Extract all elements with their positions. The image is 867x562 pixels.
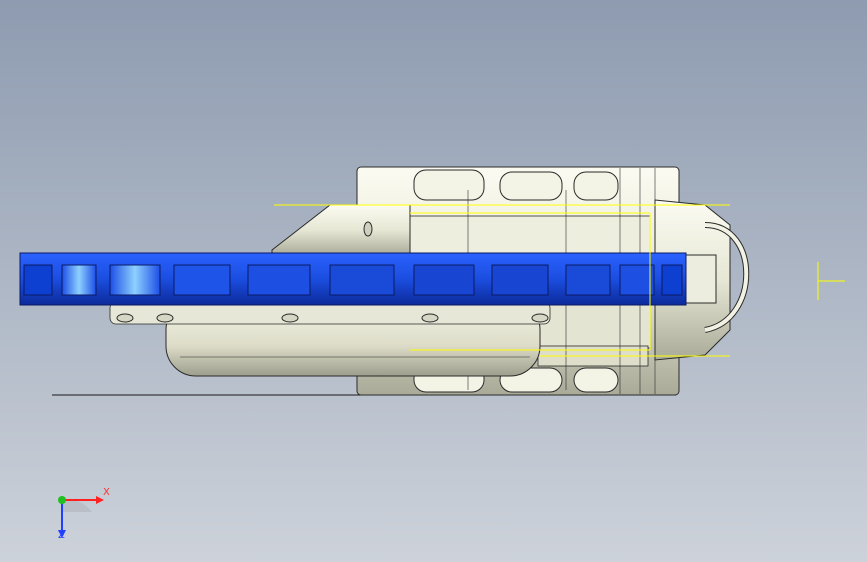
z-axis-label: Z: [58, 530, 65, 541]
drum: [109, 299, 551, 377]
cad-graphics-viewport[interactable]: X Z: [0, 0, 867, 562]
assembly-model[interactable]: [0, 0, 867, 562]
coordinate-triad: [58, 496, 104, 538]
y-axis-dot: [58, 496, 66, 504]
x-axis-label: X: [103, 487, 110, 498]
chain: [19, 252, 687, 306]
left-bracket: [271, 204, 411, 256]
